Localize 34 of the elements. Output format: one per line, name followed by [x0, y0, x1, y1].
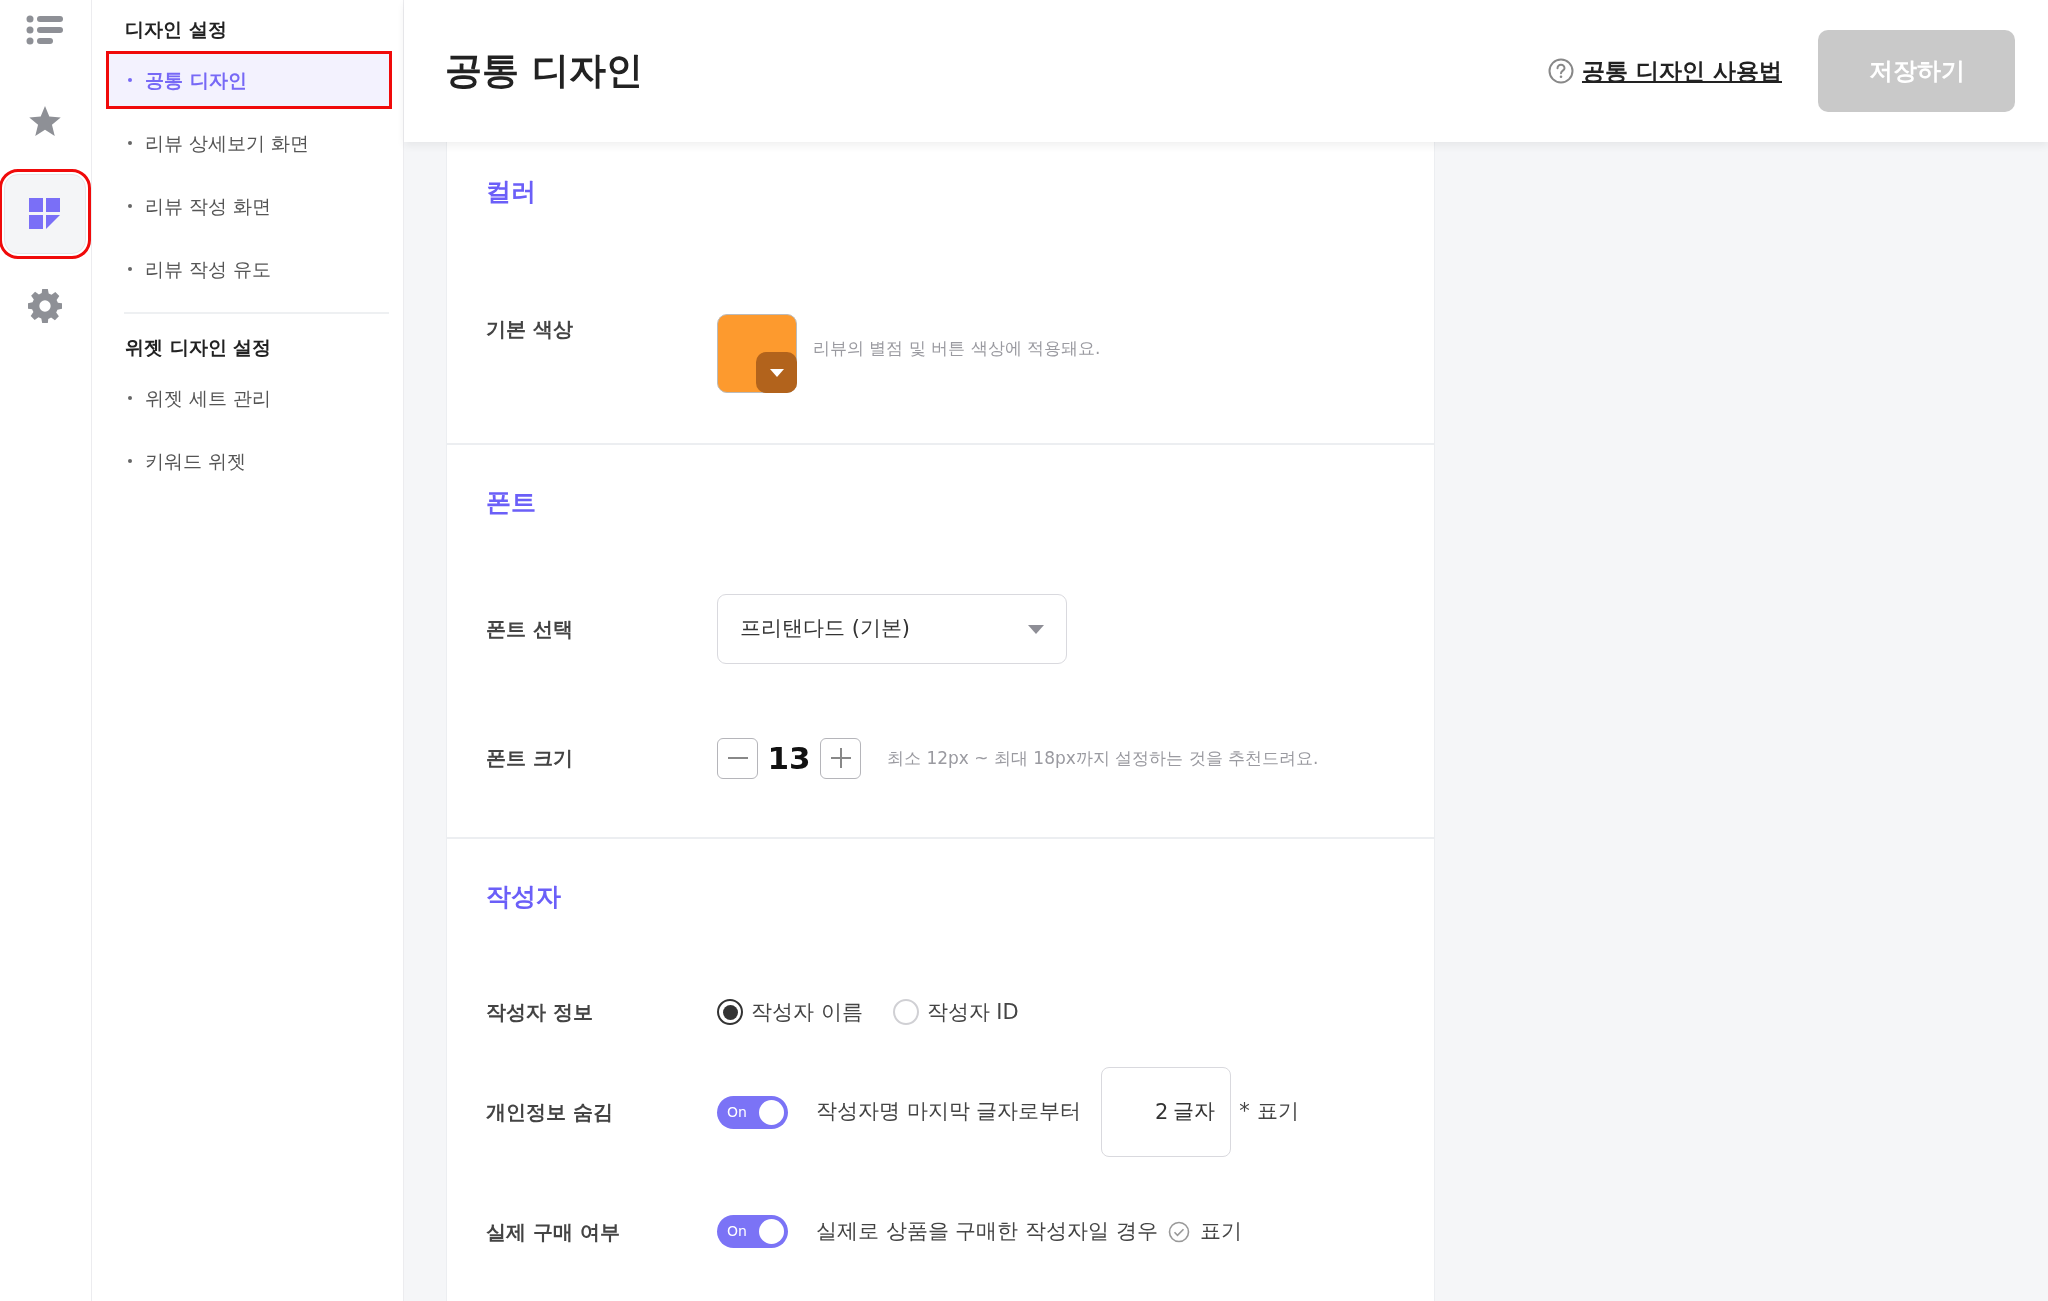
field-label: 폰트 선택: [486, 616, 574, 643]
sidebar-item[interactable]: 위젯 세트 관리: [108, 371, 390, 425]
field-label: 개인정보 숨김: [486, 1099, 614, 1126]
toggle-switch[interactable]: On: [717, 1095, 788, 1129]
sidebar-item[interactable]: 리뷰 작성 유도: [108, 242, 390, 296]
option-text: 실제로 상품을 구매한 작성자일 경우: [816, 1217, 1158, 1245]
field-label: 작성자 정보: [486, 999, 594, 1027]
hint-text: 최소 12px ~ 최대 18px까지 설정하는 것을 추천드려요.: [887, 746, 1319, 770]
sidebar-group-title: 디자인 설정: [125, 17, 228, 42]
option-text: 작성자명 마지막 글자로부터: [816, 1098, 1082, 1126]
hint-text: 리뷰의 별점 및 버튼 색상에 적용돼요.: [813, 337, 1101, 360]
section-title: 컬러: [486, 176, 537, 208]
section-title: 작성자: [486, 880, 562, 913]
sidebar-item[interactable]: 리뷰 작성 화면: [108, 179, 390, 233]
font-size-value: 13: [766, 739, 812, 778]
sidebar-group-title: 위젯 디자인 설정: [125, 335, 273, 360]
unit-text: 글자: [1173, 1098, 1216, 1126]
sidebar-item[interactable]: 키워드 위젯: [108, 434, 390, 488]
field-label: 폰트 크기: [486, 745, 574, 773]
toggle-switch[interactable]: On: [717, 1215, 788, 1248]
radio-option[interactable]: 작성자 ID: [892, 996, 1019, 1028]
sidebar-item[interactable]: 리뷰 상세보기 화면: [108, 116, 390, 170]
section-title: 폰트: [486, 487, 537, 519]
radio-label: 작성자 이름: [751, 998, 863, 1026]
radio-label: 작성자 ID: [926, 998, 1019, 1026]
field-label: 기본 색상: [486, 316, 574, 343]
help-link[interactable]: 공통 디자인 사용법: [1582, 53, 1782, 89]
option-text: * 표기: [1239, 1098, 1299, 1126]
field-label: 실제 구매 여부: [486, 1218, 621, 1246]
radio-option[interactable]: 작성자 이름: [717, 996, 863, 1028]
page-title: 공통 디자인: [445, 48, 643, 94]
option-text: 표기: [1199, 1217, 1242, 1245]
font-select[interactable]: 프리탠다드 (기본): [717, 594, 1067, 664]
sidebar-item[interactable]: 공통 디자인: [108, 53, 390, 107]
